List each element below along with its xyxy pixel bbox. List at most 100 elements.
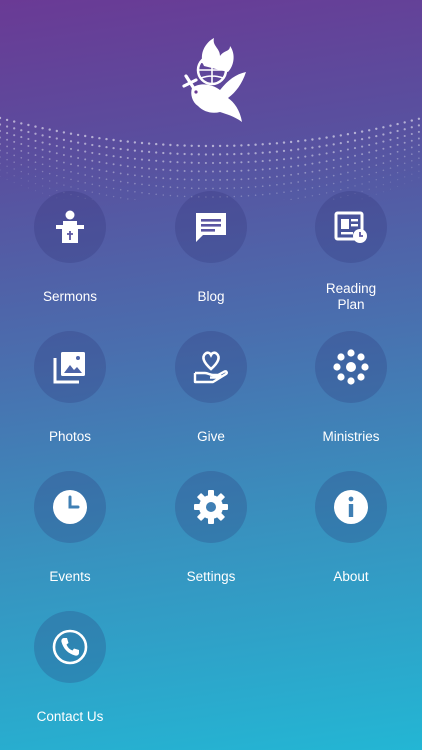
menu-item-photos[interactable]: Photos: [0, 331, 140, 461]
menu-item-reading-plan[interactable]: Reading Plan: [281, 191, 421, 321]
wave-dot: [261, 176, 264, 179]
menu-item-blog[interactable]: Blog: [141, 191, 281, 321]
wave-dot: [155, 159, 158, 162]
wave-dot: [340, 181, 342, 183]
wave-dot: [403, 121, 406, 124]
wave-dot: [27, 159, 30, 161]
wave-dot: [20, 143, 23, 145]
give-button[interactable]: [175, 331, 247, 403]
wave-dot: [169, 186, 172, 188]
wave-dot: [354, 177, 356, 180]
wave-dot: [212, 187, 214, 190]
wave-dot: [382, 126, 385, 129]
wave-dot: [27, 152, 30, 154]
wave-dot: [247, 177, 250, 180]
wave-dot: [240, 144, 243, 147]
wave-dot: [325, 160, 328, 163]
reading-plan-button[interactable]: [315, 191, 387, 263]
wave-dot: [354, 154, 356, 157]
clock-icon: [53, 490, 87, 524]
wave-dot: [226, 187, 229, 190]
menu-item-ministries[interactable]: Ministries: [281, 331, 421, 461]
wave-dot: [34, 132, 37, 135]
wave-dot: [346, 148, 349, 151]
menu-item-settings[interactable]: Settings: [141, 471, 281, 601]
wave-dot: [98, 177, 101, 179]
wave-dot: [34, 168, 37, 171]
wave-dot: [70, 170, 72, 173]
wave-dot: [318, 161, 321, 164]
wave-dot: [254, 169, 257, 171]
wave-dot: [13, 140, 16, 143]
wave-dot: [62, 138, 66, 142]
wave-dot: [77, 188, 79, 190]
wave-dot: [410, 146, 413, 149]
wave-dot: [98, 168, 101, 171]
wave-dot: [155, 142, 158, 146]
wave-dot: [27, 187, 29, 189]
sermons-button[interactable]: [34, 191, 106, 263]
wave-dot: [190, 153, 193, 156]
ministries-button[interactable]: [315, 331, 387, 403]
wave-dot: [247, 160, 250, 164]
wave-dot: [140, 158, 144, 161]
wave-dot: [389, 131, 392, 134]
wave-dot: [233, 178, 236, 181]
wave-dot: [332, 151, 335, 154]
wave-dot: [27, 145, 30, 147]
wave-dot: [361, 145, 364, 148]
reading-plan-label-line1: Reading: [325, 281, 377, 296]
wave-dot: [353, 139, 357, 142]
wave-dot: [254, 177, 257, 180]
menu-item-events[interactable]: Events: [0, 471, 140, 601]
wave-dot: [126, 173, 129, 176]
wave-dot: [360, 137, 364, 141]
wave-dot: [205, 187, 207, 190]
wave-dot: [361, 153, 364, 156]
wave-dot: [13, 181, 15, 184]
heart-hand-icon: [193, 351, 228, 384]
wave-dot: [70, 178, 72, 181]
wave-dot: [297, 172, 300, 175]
wave-dot: [48, 143, 51, 146]
settings-button[interactable]: [175, 471, 247, 543]
blog-button[interactable]: [175, 191, 247, 263]
preacher-pulpit-icon: [56, 210, 84, 243]
contact-us-button[interactable]: [34, 611, 106, 683]
menu-item-about[interactable]: About: [281, 471, 421, 601]
about-label: About: [333, 569, 369, 584]
menu-item-sermons[interactable]: Sermons: [0, 191, 140, 321]
wave-dot: [69, 147, 73, 150]
menu-item-give[interactable]: Give: [141, 331, 281, 461]
wave-dot: [183, 178, 186, 181]
wave-dot: [169, 169, 172, 172]
menu-item-contact-us[interactable]: Contact Us: [0, 611, 140, 741]
wave-dot: [254, 152, 257, 155]
wave-dot: [418, 177, 420, 179]
photos-button[interactable]: [34, 331, 106, 403]
wave-dot: [55, 152, 58, 155]
wave-dot: [275, 158, 278, 161]
wave-dot: [382, 133, 385, 136]
phone-icon: [52, 629, 88, 665]
wave-dot: [140, 150, 144, 153]
wave-dot: [261, 160, 264, 163]
wave-dot: [77, 149, 80, 152]
wave-dot: [290, 182, 292, 184]
header: [0, 0, 422, 200]
wave-dot: [197, 153, 200, 156]
about-button[interactable]: [315, 471, 387, 543]
wave-dot: [396, 122, 399, 126]
wave-dot: [41, 170, 44, 173]
wave-dot: [417, 137, 420, 140]
wave-dot: [219, 187, 221, 190]
wave-dot: [204, 144, 208, 148]
wave-dot: [240, 161, 243, 164]
wave-dot: [169, 160, 172, 163]
wave-dot: [190, 161, 193, 164]
events-button[interactable]: [34, 471, 106, 543]
wave-dot: [354, 185, 356, 187]
wave-dot: [283, 183, 285, 185]
wave-dot: [339, 134, 342, 137]
wave-dot: [318, 169, 321, 172]
